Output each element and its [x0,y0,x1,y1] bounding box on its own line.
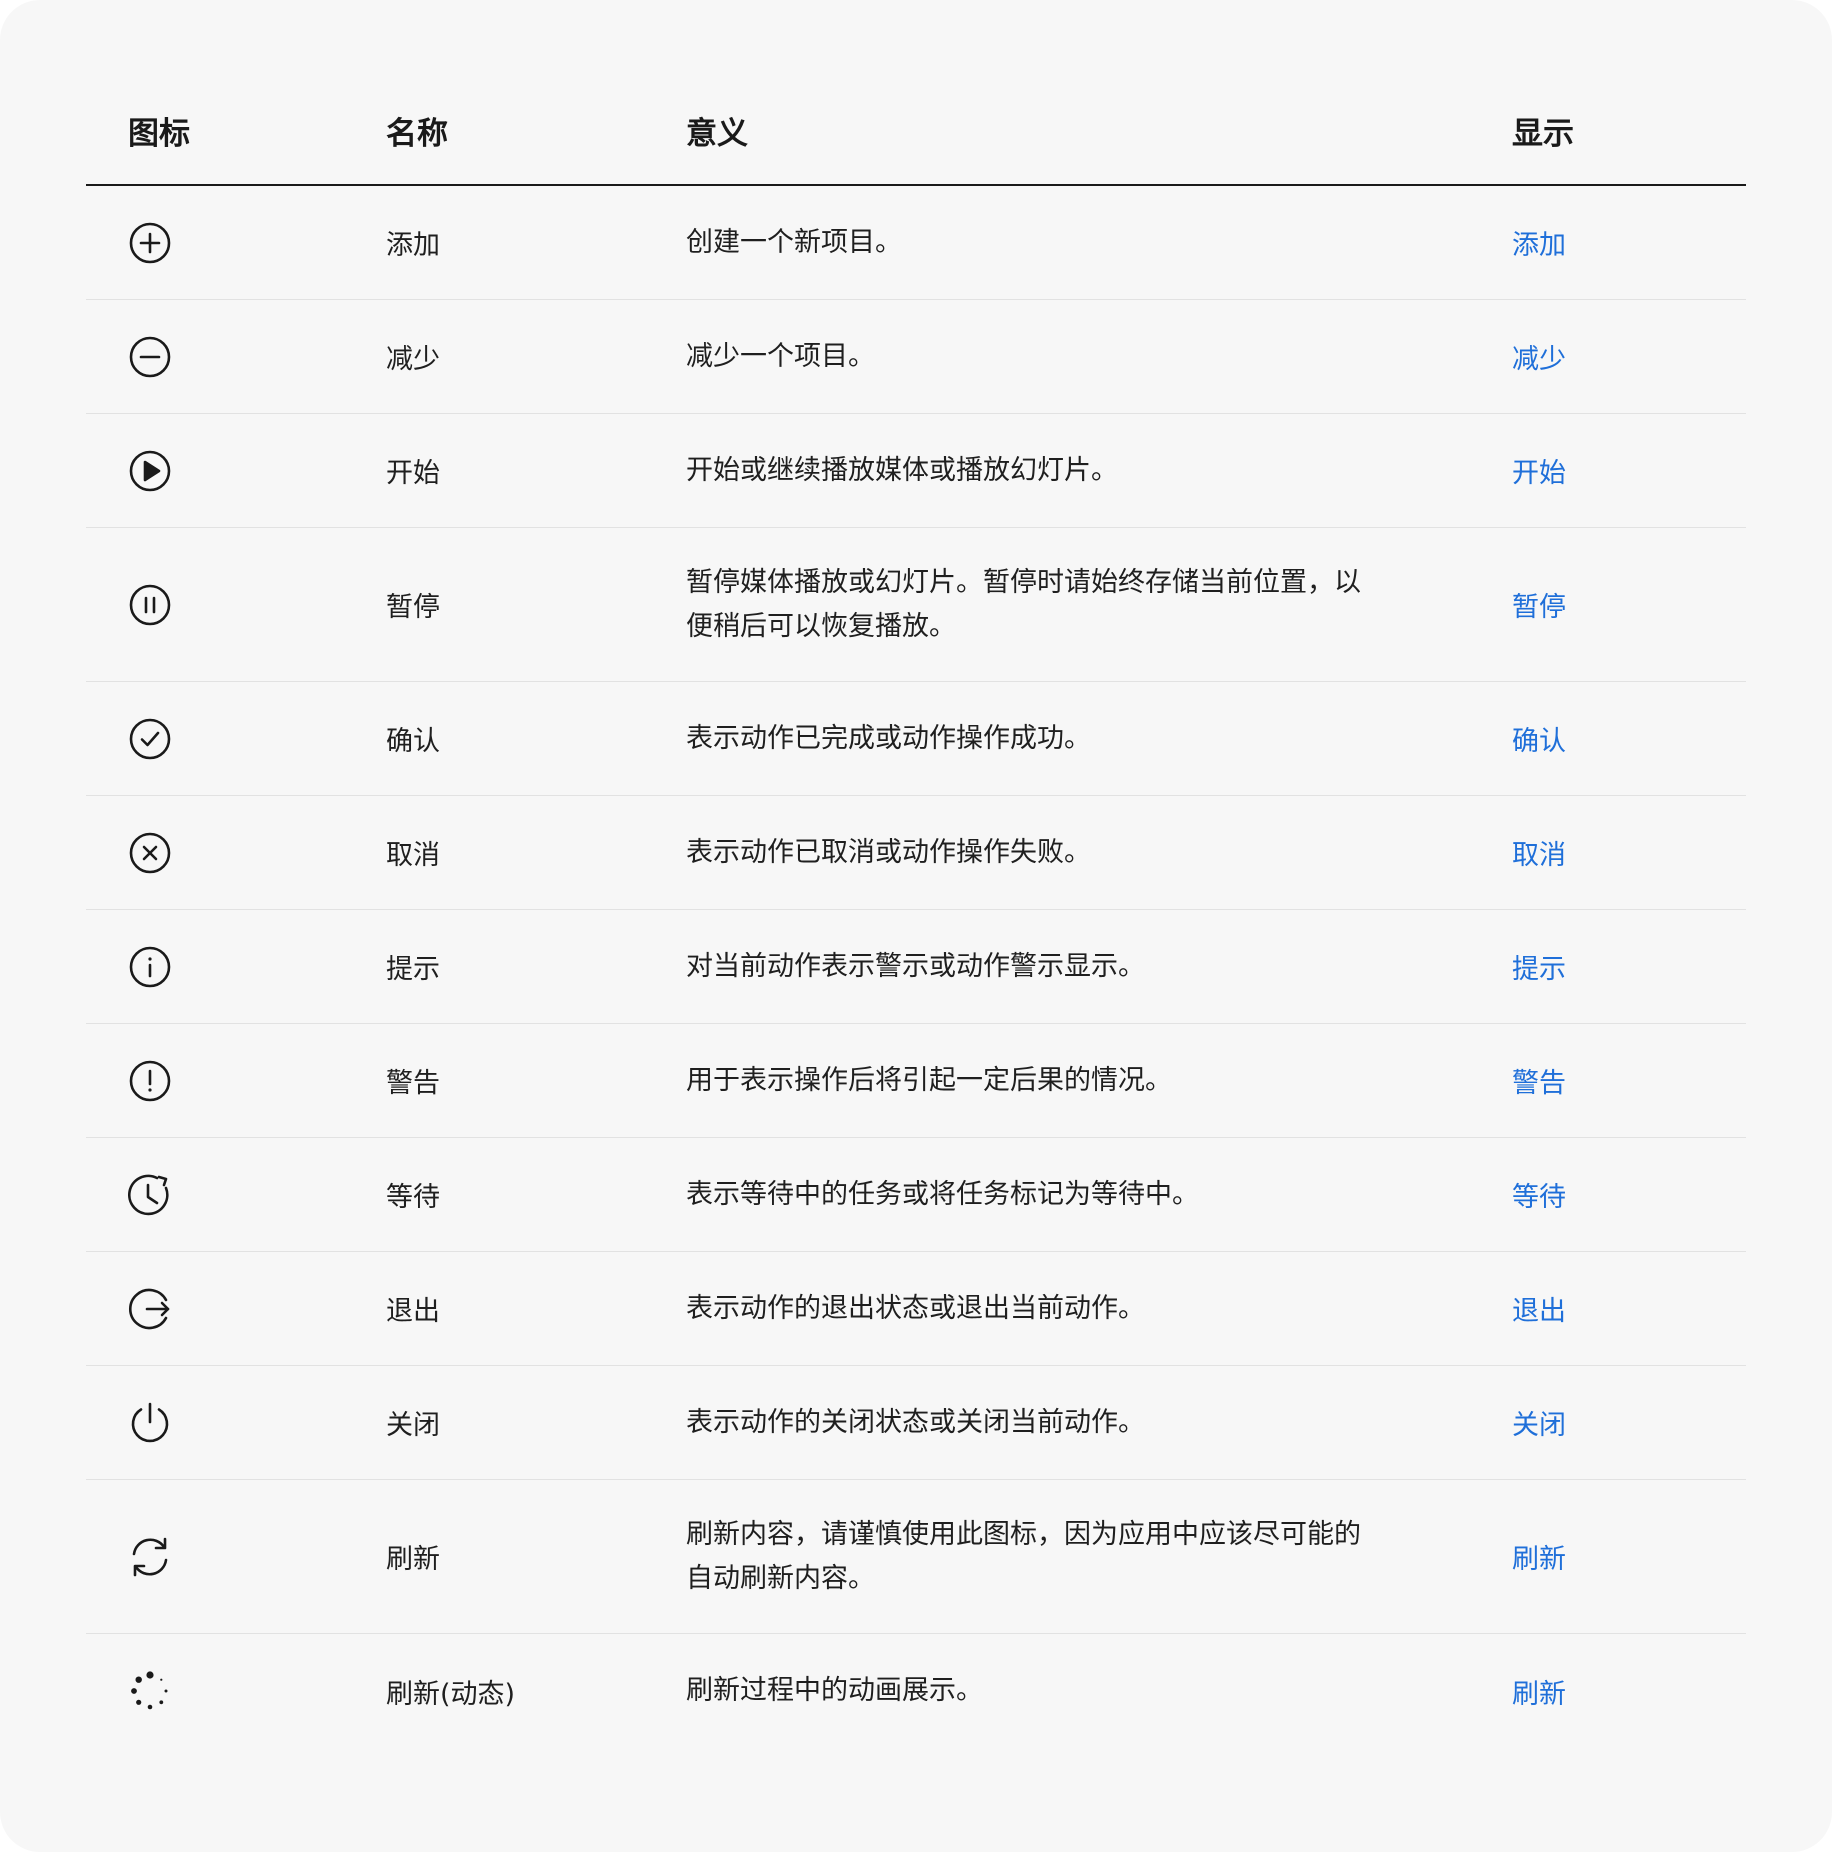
table-row: 减少 减少一个项目。 减少 [86,300,1746,414]
display-link-confirm[interactable]: 确认 [1512,726,1566,757]
row-name: 刷新 [386,1544,440,1575]
table-row: 关闭 表示动作的关闭状态或关闭当前动作。 关闭 [86,1366,1746,1480]
row-name: 暂停 [386,592,440,623]
clock-wait-icon [128,1174,169,1215]
icon-table: 图标 名称 意义 显示 添加 创建一个新项目。 添加 减少 减少一个项目。 减少… [86,76,1746,1748]
row-name: 添加 [386,230,440,261]
display-link-start[interactable]: 开始 [1512,458,1566,489]
display-link-pause[interactable]: 暂停 [1512,592,1566,623]
row-name: 退出 [386,1296,440,1327]
header-name: 名称 [386,115,448,152]
row-meaning: 用于表示操作后将引起一定后果的情况。 [686,1064,1172,1096]
row-meaning: 对当前动作表示警示或动作警示显示。 [686,950,1145,982]
table-row: 确认 表示动作已完成或动作操作成功。 确认 [86,682,1746,796]
row-name: 开始 [386,458,440,489]
row-name: 关闭 [386,1410,440,1441]
display-link-reduce[interactable]: 减少 [1512,344,1566,375]
row-meaning: 减少一个项目。 [686,340,875,372]
display-link-cancel[interactable]: 取消 [1512,840,1566,871]
row-name: 等待 [386,1182,440,1213]
minus-circle-icon [129,336,171,377]
table-row: 开始 开始或继续播放媒体或播放幻灯片。 开始 [86,414,1746,528]
table-row: 暂停 暂停媒体播放或幻灯片。暂停时请始终存储当前位置，以便稍后可以恢复播放。 暂… [86,528,1746,682]
table-row: 等待 表示等待中的任务或将任务标记为等待中。 等待 [86,1138,1746,1252]
display-link-refresh[interactable]: 刷新 [1512,1544,1566,1575]
display-link-add[interactable]: 添加 [1512,230,1566,261]
row-meaning: 开始或继续播放媒体或播放幻灯片。 [686,454,1118,486]
table-row: 添加 创建一个新项目。 添加 [86,186,1746,300]
row-name: 取消 [386,840,440,871]
table-header: 图标 名称 意义 显示 [86,76,1746,186]
header-meaning: 意义 [686,115,748,152]
header-display: 显示 [1512,115,1574,152]
row-meaning: 表示动作已取消或动作操作失败。 [686,836,1091,868]
row-name: 确认 [386,726,440,757]
exit-icon [128,1288,170,1329]
row-meaning: 创建一个新项目。 [686,226,902,258]
row-meaning: 表示等待中的任务或将任务标记为等待中。 [686,1178,1199,1210]
info-circle-icon [129,946,171,987]
play-circle-icon [129,450,171,491]
table-row: 警告 用于表示操作后将引起一定后果的情况。 警告 [86,1024,1746,1138]
row-name: 警告 [386,1068,440,1099]
close-circle-icon [129,832,171,873]
display-link-refresh-animated[interactable]: 刷新 [1512,1679,1566,1710]
row-name: 减少 [386,344,440,375]
display-link-close[interactable]: 关闭 [1512,1410,1566,1441]
row-name: 提示 [386,954,440,985]
pause-circle-icon [129,584,171,625]
header-icon: 图标 [128,115,190,152]
table-row: 刷新 刷新内容，请谨慎使用此图标，因为应用中应该尽可能的自动刷新内容。 刷新 [86,1480,1746,1634]
refresh-icon [132,1537,168,1576]
plus-circle-icon [129,222,171,263]
row-meaning: 表示动作已完成或动作操作成功。 [686,722,1091,754]
table-row: 刷新(动态) 刷新过程中的动画展示。 刷新 [86,1634,1746,1748]
spinner-icon [131,1671,168,1710]
table-row: 提示 对当前动作表示警示或动作警示显示。 提示 [86,910,1746,1024]
row-meaning: 刷新过程中的动画展示。 [686,1675,983,1706]
row-name: 刷新(动态) [386,1678,516,1710]
table-row: 退出 表示动作的退出状态或退出当前动作。 退出 [86,1252,1746,1366]
table-row: 取消 表示动作已取消或动作操作失败。 取消 [86,796,1746,910]
display-link-info[interactable]: 提示 [1512,954,1566,985]
icon-table-card: 图标 名称 意义 显示 添加 创建一个新项目。 添加 减少 减少一个项目。 减少… [0,0,1832,1852]
display-link-wait[interactable]: 等待 [1512,1182,1566,1213]
warning-circle-icon [129,1060,171,1101]
row-meaning: 刷新内容，请谨慎使用此图标，因为应用中应该尽可能的自动刷新内容。 [686,1518,1361,1594]
power-icon [131,1402,169,1442]
display-link-exit[interactable]: 退出 [1512,1296,1566,1327]
display-link-warning[interactable]: 警告 [1512,1068,1566,1099]
row-meaning: 暂停媒体播放或幻灯片。暂停时请始终存储当前位置，以便稍后可以恢复播放。 [686,566,1361,642]
check-circle-icon [129,718,171,759]
row-meaning: 表示动作的关闭状态或关闭当前动作。 [686,1406,1145,1438]
row-meaning: 表示动作的退出状态或退出当前动作。 [686,1292,1145,1324]
